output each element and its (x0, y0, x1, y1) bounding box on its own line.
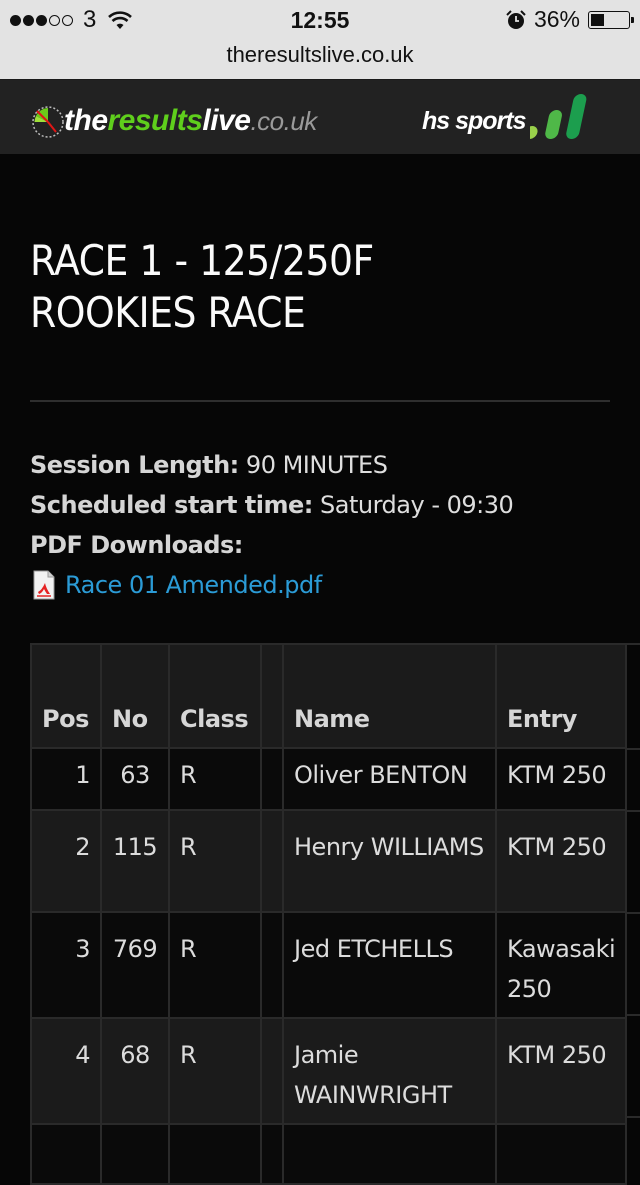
scheduled-start-time: Scheduled start time: Saturday - 09:30 (30, 491, 514, 519)
header-entry[interactable]: Entry (494, 643, 628, 749)
header-pos[interactable]: Pos (30, 643, 102, 749)
hs-sports-wordmark: hs sports (422, 107, 527, 135)
header-no[interactable]: No (100, 643, 170, 749)
header-name[interactable]: Name (282, 643, 497, 749)
cell-pos (30, 1123, 102, 1185)
cell-entry: KTM 250 (494, 1017, 628, 1125)
status-bar: 3 12:55 36% (0, 0, 640, 40)
cell-class: R (168, 1017, 262, 1125)
table-row[interactable]: 2 115 R Henry WILLIAMS KTM 250 (30, 809, 628, 913)
pdf-file-icon (33, 570, 55, 600)
cell-class: R (168, 911, 262, 1019)
header-blank (260, 643, 284, 749)
cell-no: 115 (100, 809, 170, 913)
cell-pos: 3 (30, 911, 102, 1019)
cell-blank (260, 911, 284, 1019)
bar-chart-logo-icon (529, 94, 586, 139)
theresultslive-logo[interactable]: theresultslive.co.uk (30, 102, 317, 140)
cell-pos: 1 (30, 747, 102, 811)
title-divider (30, 400, 610, 402)
hs-sports-logo[interactable]: hs sports (422, 92, 590, 146)
cell-pos: 4 (30, 1017, 102, 1125)
race-content: RACE 1 - 125/250F ROOKIES RACE Session L… (30, 155, 610, 600)
pdf-download-item[interactable]: Race 01 Amended.pdf (30, 565, 513, 605)
cell-name: Oliver BENTON (282, 747, 497, 811)
race-title: RACE 1 - 125/250F ROOKIES RACE (30, 236, 374, 337)
cell-name (282, 1123, 497, 1185)
cell-class: R (168, 809, 262, 913)
cell-blank (260, 1017, 284, 1125)
cell-no: 769 (100, 911, 170, 1019)
results-table: Pos No Class Name Entry 1 63 R Oliver BE… (30, 643, 628, 1185)
table-row[interactable]: 1 63 R Oliver BENTON KTM 250 (30, 747, 628, 811)
battery-percent: 36% (533, 6, 580, 32)
status-right: 36% (506, 6, 634, 33)
table-row[interactable] (30, 1123, 628, 1185)
logo-wordmark: theresultslive.co.uk (64, 104, 317, 137)
cell-name: Jed ETCHELLS (282, 911, 497, 1019)
cell-pos: 2 (30, 809, 102, 913)
battery-nub (631, 16, 634, 23)
cell-name: Jamie WAINWRIGHT (282, 1017, 497, 1125)
cell-class (168, 1123, 262, 1185)
stopwatch-gauge-icon (32, 106, 64, 138)
cell-entry: Kawasaki 250 (494, 911, 628, 1019)
address-bar[interactable]: theresultslive.co.uk (0, 40, 640, 80)
pdf-download-link[interactable]: Race 01 Amended.pdf (65, 565, 322, 605)
table-row[interactable]: 3 769 R Jed ETCHELLS Kawasaki 250 (30, 911, 628, 1019)
cell-no: 63 (100, 747, 170, 811)
cell-blank (260, 809, 284, 913)
cell-no: 68 (100, 1017, 170, 1125)
session-length: Session Length: 90 MINUTES (30, 451, 388, 479)
cell-name: Henry WILLIAMS (282, 809, 497, 913)
cell-blank (260, 747, 284, 811)
cell-entry (494, 1123, 628, 1185)
header-class[interactable]: Class (168, 643, 262, 749)
url-text[interactable]: theresultslive.co.uk (226, 42, 413, 67)
cell-entry: KTM 250 (494, 809, 628, 913)
cell-blank (260, 1123, 284, 1185)
alarm-icon (506, 9, 526, 29)
site-header: theresultslive.co.uk hs sports (0, 80, 640, 154)
race-meta: Session Length: 90 MINUTES Scheduled sta… (30, 445, 514, 605)
battery-icon (588, 10, 634, 29)
battery-fill (591, 13, 604, 26)
pdf-downloads-label: PDF Downloads: (30, 531, 243, 559)
table-row[interactable]: 4 68 R Jamie WAINWRIGHT KTM 250 (30, 1017, 628, 1125)
table-header-row: Pos No Class Name Entry (30, 643, 628, 749)
cell-no (100, 1123, 170, 1185)
cell-class: R (168, 747, 262, 811)
cell-entry: KTM 250 (494, 747, 628, 811)
